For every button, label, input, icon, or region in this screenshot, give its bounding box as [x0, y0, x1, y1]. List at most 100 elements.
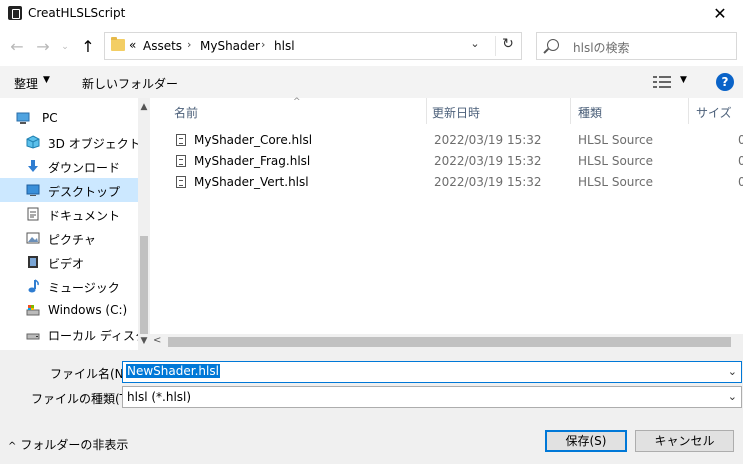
- pc-icon: [16, 112, 30, 124]
- nav-item-label: Windows (C:): [48, 303, 128, 317]
- nav-item-label: ローカル ディスク (D: [48, 329, 150, 343]
- file-name: MyShader_Frag.hlsl: [194, 154, 311, 168]
- file-icon: [176, 155, 186, 167]
- nav-item-pc[interactable]: PC: [0, 106, 138, 130]
- column-header-size[interactable]: サイズ: [696, 104, 732, 121]
- file-size: 0: [738, 133, 743, 147]
- filetype-select[interactable]: hlsl (*.hlsl) ⌄: [122, 386, 742, 408]
- nav-item-drive-d[interactable]: ローカル ディスク (D: [0, 322, 150, 346]
- search-placeholder[interactable]: hlslの検索: [573, 39, 630, 56]
- back-arrow-icon[interactable]: ←: [6, 36, 28, 58]
- save-options-panel: ファイル名(N): NewShader.hlsl ⌄ ファイルの種類(T): h…: [0, 350, 743, 464]
- nav-item-pictures[interactable]: ピクチャ: [0, 226, 138, 250]
- breadcrumb-hlsl[interactable]: hlsl: [274, 39, 295, 53]
- scroll-up-icon[interactable]: ▲: [138, 102, 150, 112]
- column-divider[interactable]: [688, 98, 689, 124]
- nav-item-label: PC: [42, 111, 58, 125]
- close-button[interactable]: ✕: [697, 0, 743, 28]
- nav-item-label: ミュージック: [48, 281, 120, 295]
- column-header-date[interactable]: 更新日時: [432, 104, 480, 121]
- nav-vertical-scrollbar[interactable]: ▲ ▼: [138, 98, 150, 350]
- help-icon[interactable]: ?: [716, 73, 734, 91]
- download-icon: [28, 160, 38, 172]
- organize-dropdown-icon[interactable]: ▼: [43, 75, 50, 85]
- search-box[interactable]: hlslの検索: [536, 32, 737, 60]
- app-icon: [8, 6, 22, 20]
- address-bar[interactable]: « Assets › MyShader › hlsl ⌄ ↻: [104, 32, 522, 60]
- recent-locations-chevron-icon[interactable]: ⌄: [58, 36, 72, 58]
- nav-item-videos[interactable]: ビデオ: [0, 250, 138, 274]
- drive-d-icon: [26, 333, 40, 340]
- file-type: HLSL Source: [578, 175, 654, 189]
- desktop-icon: [26, 184, 40, 196]
- nav-item-label: ダウンロード: [48, 161, 121, 175]
- filetype-dropdown-icon[interactable]: ⌄: [728, 390, 737, 403]
- file-date: 2022/03/19 15:32: [434, 154, 542, 168]
- nav-item-downloads[interactable]: ダウンロード: [0, 154, 138, 178]
- nav-item-music[interactable]: ミュージック: [0, 274, 138, 298]
- filetype-value: hlsl (*.hlsl): [127, 390, 192, 404]
- address-dropdown-icon[interactable]: ⌄: [465, 37, 485, 55]
- column-header-type[interactable]: 種類: [578, 104, 602, 121]
- scroll-thumb[interactable]: [140, 236, 148, 334]
- file-icon: [176, 176, 186, 188]
- cancel-button[interactable]: キャンセル: [635, 430, 734, 452]
- filename-input[interactable]: NewShader.hlsl ⌄: [122, 361, 742, 383]
- scroll-down-icon[interactable]: ▼: [138, 336, 150, 346]
- nav-item-desktop[interactable]: デスクトップ: [0, 178, 138, 202]
- scroll-thumb[interactable]: [168, 337, 731, 347]
- scroll-left-icon[interactable]: <: [153, 335, 161, 346]
- nav-item-3d-objects[interactable]: 3D オブジェクト: [0, 130, 141, 154]
- 3d-objects-icon: [26, 135, 40, 149]
- hide-folders-label: フォルダーの非表示: [20, 438, 129, 452]
- view-options-icon[interactable]: [653, 76, 671, 88]
- nav-item-documents[interactable]: ドキュメント: [0, 202, 138, 226]
- music-icon: [28, 279, 39, 293]
- filetype-label: ファイルの種類(T):: [31, 392, 136, 406]
- video-icon: [28, 256, 38, 268]
- filename-label: ファイル名(N):: [50, 367, 133, 381]
- column-divider[interactable]: [426, 98, 427, 124]
- file-name: MyShader_Core.hlsl: [194, 133, 313, 147]
- breadcrumb-separator[interactable]: ›: [187, 38, 191, 51]
- refresh-icon[interactable]: ↻: [495, 36, 520, 56]
- title-bar: CreatHLSLScript ✕: [0, 0, 743, 28]
- chevron-up-icon: ^: [8, 441, 17, 452]
- up-arrow-icon[interactable]: ↑: [76, 36, 100, 58]
- pictures-icon: [26, 232, 40, 244]
- filename-dropdown-icon[interactable]: ⌄: [728, 365, 737, 378]
- table-row[interactable]: MyShader_Core.hlsl 2022/03/19 15:32 HLSL…: [150, 130, 743, 151]
- file-date: 2022/03/19 15:32: [434, 175, 542, 189]
- window-title: CreatHLSLScript: [28, 6, 126, 20]
- breadcrumb-myshader[interactable]: MyShader: [200, 39, 260, 53]
- table-row[interactable]: MyShader_Vert.hlsl 2022/03/19 15:32 HLSL…: [150, 172, 743, 193]
- hide-folders-toggle[interactable]: ^ フォルダーの非表示: [8, 436, 128, 453]
- file-date: 2022/03/19 15:32: [434, 133, 542, 147]
- sort-ascending-icon: ^: [293, 97, 301, 107]
- nav-item-label: ピクチャ: [48, 233, 96, 247]
- nav-item-drive-c[interactable]: Windows (C:): [0, 298, 138, 322]
- nav-item-label: ビデオ: [48, 257, 85, 271]
- column-header-name[interactable]: 名前: [174, 104, 198, 121]
- filename-value[interactable]: NewShader.hlsl: [126, 364, 220, 378]
- column-divider[interactable]: [570, 98, 571, 124]
- file-name: MyShader_Vert.hlsl: [194, 175, 309, 189]
- file-list: ^ 名前 更新日時 種類 サイズ MyShader_Core.hlsl 2022…: [150, 97, 743, 350]
- file-icon: [176, 134, 186, 146]
- folder-icon: [111, 37, 125, 51]
- new-folder-button[interactable]: 新しいフォルダー: [82, 75, 178, 92]
- file-type: HLSL Source: [578, 133, 654, 147]
- file-size: 0: [738, 175, 743, 189]
- breadcrumb-overflow[interactable]: «: [129, 38, 136, 52]
- file-horizontal-scrollbar[interactable]: <: [150, 334, 743, 350]
- save-button[interactable]: 保存(S): [545, 430, 627, 452]
- breadcrumb-separator[interactable]: ›: [261, 38, 265, 51]
- nav-item-label: デスクトップ: [48, 185, 121, 199]
- view-dropdown-icon[interactable]: ▼: [680, 75, 687, 85]
- command-toolbar: 整理 ▼ 新しいフォルダー ▼ ?: [0, 66, 743, 99]
- navigation-pane: PC 3D オブジェクト ダウンロード デスクトップ ドキュメント ピクチャ ビ…: [0, 98, 150, 350]
- organize-button[interactable]: 整理: [14, 75, 38, 92]
- table-row[interactable]: MyShader_Frag.hlsl 2022/03/19 15:32 HLSL…: [150, 151, 743, 172]
- breadcrumb-assets[interactable]: Assets: [143, 39, 182, 53]
- forward-arrow-icon[interactable]: →: [32, 36, 54, 58]
